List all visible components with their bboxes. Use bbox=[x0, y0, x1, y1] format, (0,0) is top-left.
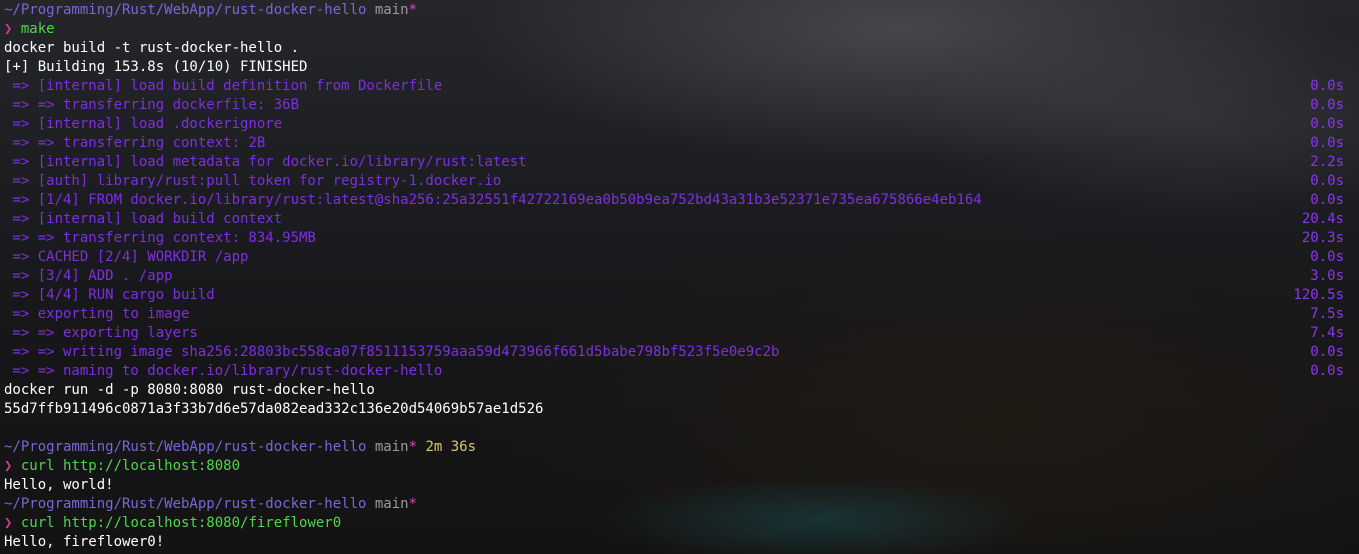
build-step-time: 7.4s bbox=[1310, 325, 1344, 341]
prompt-path: ~/Programming/Rust/WebApp/rust-docker-he… bbox=[4, 439, 367, 455]
build-step-time: 3.0s bbox=[1310, 268, 1344, 284]
build-step: => => naming to docker.io/library/rust-d… bbox=[4, 362, 1344, 381]
build-step-text: => [internal] load build definition from… bbox=[4, 78, 443, 94]
build-step: => exporting to image 7.5s bbox=[4, 305, 1344, 324]
build-step-text: => [internal] load build context bbox=[4, 211, 283, 227]
git-dirty-marker: * bbox=[408, 496, 418, 512]
output-line: docker build -t rust-docker-hello . bbox=[4, 40, 300, 56]
build-step-text: => => transferring context: 834.95MB bbox=[4, 230, 316, 246]
command-line: ❯ curl http://localhost:8080 bbox=[4, 457, 1344, 476]
build-step-time: 0.0s bbox=[1310, 363, 1344, 379]
build-step: => => transferring context: 2B 0.0s bbox=[4, 134, 1344, 153]
prompt-line: ~/Programming/Rust/WebApp/rust-docker-he… bbox=[4, 438, 1344, 457]
build-step: => [auth] library/rust:pull token for re… bbox=[4, 172, 1344, 191]
command-text: curl http://localhost:8080/fireflower0 bbox=[20, 515, 342, 531]
container-id: 55d7ffb911496c0871a3f33b7d6e57da082ead33… bbox=[4, 401, 544, 417]
prompt-chevron-icon: ❯ bbox=[4, 458, 13, 474]
build-step: => => transferring dockerfile: 36B 0.0s bbox=[4, 96, 1344, 115]
build-step-time: 0.0s bbox=[1310, 116, 1344, 132]
build-step-time: 2.2s bbox=[1310, 154, 1344, 170]
prompt-path: ~/Programming/Rust/WebApp/rust-docker-he… bbox=[4, 2, 367, 18]
build-step: => [3/4] ADD . /app 3.0s bbox=[4, 267, 1344, 286]
command-duration: 2m 36s bbox=[425, 439, 477, 455]
build-step: => [internal] load metadata for docker.i… bbox=[4, 153, 1344, 172]
output-line: docker run -d -p 8080:8080 rust-docker-h… bbox=[4, 382, 375, 398]
build-step-text: => [4/4] RUN cargo build bbox=[4, 287, 215, 303]
build-step: => => writing image sha256:28803bc558ca0… bbox=[4, 343, 1344, 362]
build-step: => [internal] load .dockerignore 0.0s bbox=[4, 115, 1344, 134]
build-step-text: => => writing image sha256:28803bc558ca0… bbox=[4, 344, 780, 360]
build-step-time: 0.0s bbox=[1310, 97, 1344, 113]
prompt-line: ~/Programming/Rust/WebApp/rust-docker-he… bbox=[4, 495, 1344, 514]
build-step-text: => CACHED [2/4] WORKDIR /app bbox=[4, 249, 249, 265]
build-step-time: 20.3s bbox=[1301, 230, 1344, 246]
command-line: ❯ make bbox=[4, 20, 1344, 39]
build-step-text: => [auth] library/rust:pull token for re… bbox=[4, 173, 502, 189]
prompt-path: ~/Programming/Rust/WebApp/rust-docker-he… bbox=[4, 496, 367, 512]
build-step-time: 0.0s bbox=[1310, 173, 1344, 189]
git-dirty-marker: * bbox=[408, 2, 418, 18]
git-branch: main bbox=[374, 496, 409, 512]
git-branch: main bbox=[374, 2, 409, 18]
build-step-text: => [internal] load .dockerignore bbox=[4, 116, 283, 132]
build-step-time: 20.4s bbox=[1301, 211, 1344, 227]
prompt-line: ~/Programming/Rust/WebApp/rust-docker-he… bbox=[4, 1, 1344, 20]
build-step: => [internal] load build context 20.4s bbox=[4, 210, 1344, 229]
terminal-window[interactable]: ~/Programming/Rust/WebApp/rust-docker-he… bbox=[0, 0, 1359, 554]
build-step: => [1/4] FROM docker.io/library/rust:lat… bbox=[4, 191, 1344, 210]
build-step-text: => => naming to docker.io/library/rust-d… bbox=[4, 363, 443, 379]
build-step-text: => [3/4] ADD . /app bbox=[4, 268, 173, 284]
command-text: make bbox=[20, 21, 55, 37]
command-line: ❯ curl http://localhost:8080/fireflower0 bbox=[4, 514, 1344, 533]
build-step-text: => => transferring context: 2B bbox=[4, 135, 266, 151]
build-step-time: 0.0s bbox=[1310, 344, 1344, 360]
output-line: Hello, world! bbox=[4, 477, 114, 493]
build-step-time: 0.0s bbox=[1310, 249, 1344, 265]
build-step: => CACHED [2/4] WORKDIR /app 0.0s bbox=[4, 248, 1344, 267]
git-branch: main bbox=[374, 439, 409, 455]
build-step: => => exporting layers 7.4s bbox=[4, 324, 1344, 343]
build-step-time: 120.5s bbox=[1293, 287, 1344, 303]
command-text: curl http://localhost:8080 bbox=[20, 458, 241, 474]
prompt-chevron-icon: ❯ bbox=[4, 21, 13, 37]
build-step-time: 0.0s bbox=[1310, 192, 1344, 208]
build-status: [+] Building 153.8s (10/10) FINISHED bbox=[4, 59, 308, 75]
build-step-text: => [internal] load metadata for docker.i… bbox=[4, 154, 527, 170]
build-step-text: => => transferring dockerfile: 36B bbox=[4, 97, 300, 113]
build-step-text: => [1/4] FROM docker.io/library/rust:lat… bbox=[4, 192, 982, 208]
terminal-output: ~/Programming/Rust/WebApp/rust-docker-he… bbox=[4, 1, 1344, 552]
build-step: => [internal] load build definition from… bbox=[4, 77, 1344, 96]
output-line: Hello, fireflower0! bbox=[4, 534, 165, 550]
build-step-time: 7.5s bbox=[1310, 306, 1344, 322]
build-step-time: 0.0s bbox=[1310, 78, 1344, 94]
build-step-time: 0.0s bbox=[1310, 135, 1344, 151]
git-dirty-marker: * bbox=[408, 439, 418, 455]
build-step-text: => exporting to image bbox=[4, 306, 190, 322]
build-step: => => transferring context: 834.95MB 20.3… bbox=[4, 229, 1344, 248]
prompt-chevron-icon: ❯ bbox=[4, 515, 13, 531]
build-step-text: => => exporting layers bbox=[4, 325, 198, 341]
build-step: => [4/4] RUN cargo build 120.5s bbox=[4, 286, 1344, 305]
